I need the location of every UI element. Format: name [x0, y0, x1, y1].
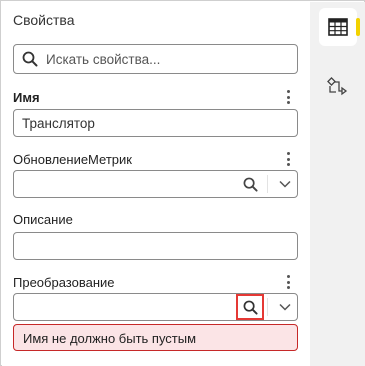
transform-validation-error: Имя не должно быть пустым	[13, 324, 298, 351]
metrics-update-field-combo[interactable]	[13, 170, 298, 198]
description-field-input[interactable]	[13, 232, 298, 260]
transform-search-button[interactable]	[236, 294, 264, 320]
name-field-input[interactable]: Транслятор	[13, 109, 298, 137]
properties-panel: Свойства Имя Транслятор ОбновлениеМетрик	[2, 2, 310, 366]
side-tab-rail	[310, 2, 365, 366]
tab-properties-table[interactable]	[319, 8, 357, 46]
chevron-down-icon	[279, 180, 291, 188]
panel-title: Свойства	[13, 12, 75, 28]
search-icon	[243, 300, 258, 315]
chevron-down-icon	[279, 303, 291, 311]
table-icon	[328, 18, 348, 36]
property-search-input[interactable]	[46, 51, 286, 67]
transform-icon	[327, 77, 348, 96]
metrics-update-field-label: ОбновлениеМетрик	[13, 152, 132, 167]
search-icon	[22, 51, 38, 67]
transform-field-label: Преобразование	[13, 275, 115, 290]
combo-separator	[267, 298, 268, 316]
property-search-box[interactable]	[13, 44, 298, 74]
metrics-update-field-menu-icon[interactable]	[284, 152, 292, 166]
name-field-label: Имя	[13, 90, 40, 105]
metrics-update-dropdown-button[interactable]	[273, 173, 297, 195]
metrics-update-search-button[interactable]	[238, 173, 262, 195]
transform-dropdown-button[interactable]	[273, 296, 297, 318]
tab-transform[interactable]	[319, 68, 357, 106]
name-field-menu-icon[interactable]	[284, 90, 292, 104]
transform-field-combo[interactable]	[13, 293, 298, 321]
transform-field-menu-icon[interactable]	[284, 275, 292, 289]
description-field-label: Описание	[13, 212, 73, 227]
combo-separator	[267, 175, 268, 193]
search-icon	[243, 177, 258, 192]
properties-window: Свойства Имя Транслятор ОбновлениеМетрик	[0, 0, 365, 366]
active-tab-indicator	[356, 18, 360, 36]
